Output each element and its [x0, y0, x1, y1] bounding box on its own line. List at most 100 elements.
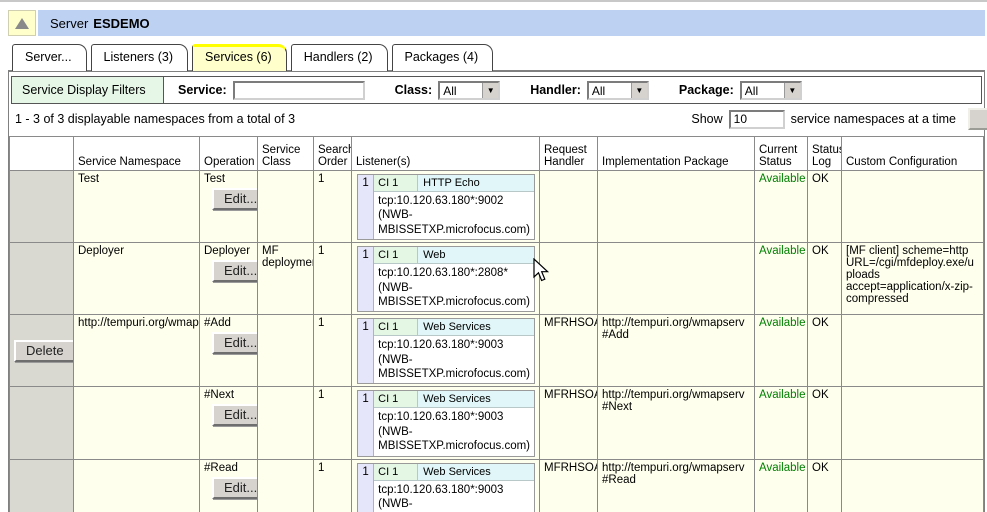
- chevron-down-icon: ▼: [631, 83, 647, 98]
- listener-endpoint: tcp:10.120.63.180*:9003: [378, 483, 530, 497]
- class-filter-select[interactable]: All ▼: [438, 81, 500, 100]
- edit-operation-button[interactable]: Edit...: [212, 477, 258, 499]
- handler-filter-select[interactable]: All ▼: [587, 81, 649, 100]
- column-header: Operation: [200, 137, 258, 171]
- status-log-cell: OK: [808, 459, 842, 512]
- listener-top-row: CI 1HTTP Echo: [374, 175, 534, 192]
- service-namespace-cell: [74, 459, 200, 512]
- listeners-cell: 1CI 1Web Servicestcp:10.120.63.180*:9003…: [352, 459, 540, 512]
- service-namespace-cell: http://tempuri.org/wmapserv: [74, 315, 200, 387]
- tab-server[interactable]: Server...: [12, 44, 87, 71]
- edit-operation-button[interactable]: Edit...: [212, 404, 258, 426]
- tab-handlers[interactable]: Handlers (2): [291, 44, 388, 71]
- service-filter-label: Service:: [178, 83, 227, 97]
- listener-host: (NWB-MBISSETXP.microfocus.com): [378, 208, 530, 237]
- column-header: Request Handler: [540, 137, 598, 171]
- operation-name: #Next: [204, 389, 253, 401]
- listener-index: 1: [358, 464, 374, 512]
- table-header-row: Service NamespaceOperationService ClassS…: [10, 137, 984, 171]
- request-handler-cell: MFRHSOAP: [540, 387, 598, 459]
- listener-box[interactable]: 1CI 1HTTP Echo tcp:10.120.63.180*:9002(NW…: [357, 174, 535, 240]
- listener-name: Web: [418, 247, 534, 263]
- operation-name: #Read: [204, 462, 253, 474]
- row-action-cell: [10, 387, 74, 459]
- listener-address: tcp:10.120.63.180*:9003(NWB-MBISSETXP.mi…: [374, 481, 534, 512]
- edit-operation-button[interactable]: Edit...: [212, 260, 258, 282]
- table-body: TestTestEdit...11CI 1HTTP Echotcp:10.120…: [10, 171, 984, 512]
- current-status-cell: Available: [755, 243, 808, 315]
- admin-page: Server ESDEMO Server... Listeners (3) Se…: [8, 10, 985, 512]
- listener-top-row: CI 1Web Services: [374, 391, 534, 408]
- listener-endpoint: tcp:10.120.63.180*:9003: [378, 410, 530, 424]
- listener-top-row: CI 1Web: [374, 247, 534, 264]
- listener-box[interactable]: 1CI 1Web Servicestcp:10.120.63.180*:9003…: [357, 318, 535, 384]
- listener-body: CI 1Web Servicestcp:10.120.63.180*:9003(…: [374, 319, 534, 383]
- tab-services[interactable]: Services (6): [192, 44, 287, 71]
- column-header: Service Class: [258, 137, 314, 171]
- tab-bar: Server... Listeners (3) Services (6) Han…: [8, 44, 985, 71]
- status-log-cell: OK: [808, 171, 842, 243]
- show-suffix: service namespaces at a time: [791, 112, 956, 126]
- operation-cell: TestEdit...: [200, 171, 258, 243]
- current-status-cell: Available: [755, 459, 808, 512]
- listener-box[interactable]: 1CI 1Webtcp:10.120.63.180*:2808*(NWB-MBI…: [357, 246, 535, 312]
- listener-endpoint: tcp:10.120.63.180*:9002: [378, 194, 530, 208]
- listener-index: 1: [358, 247, 374, 311]
- listener-conversation: CI 1: [374, 247, 418, 263]
- operation-cell: DeployerEdit...: [200, 243, 258, 315]
- custom-configuration-cell: [842, 387, 984, 459]
- listeners-cell: 1CI 1Web Servicestcp:10.120.63.180*:9003…: [352, 315, 540, 387]
- search-order-cell: 1: [314, 243, 352, 315]
- server-title: Server ESDEMO: [38, 10, 985, 36]
- listener-index: 1: [358, 175, 374, 239]
- filter-title: Service Display Filters: [12, 77, 164, 103]
- show-count-input[interactable]: [729, 110, 785, 129]
- listeners-cell: 1CI 1Web Servicestcp:10.120.63.180*:9003…: [352, 387, 540, 459]
- listener-address: tcp:10.120.63.180*:9003(NWB-MBISSETXP.mi…: [374, 336, 534, 383]
- delete-service-button[interactable]: Delete: [14, 340, 74, 362]
- listener-box[interactable]: 1CI 1Web Servicestcp:10.120.63.180*:9003…: [357, 390, 535, 456]
- refresh-list-button[interactable]: [968, 108, 987, 130]
- current-status-cell: Available: [755, 171, 808, 243]
- listener-body: CI 1HTTP Echo tcp:10.120.63.180*:9002(NWB…: [374, 175, 534, 239]
- package-filter-label: Package:: [679, 83, 734, 97]
- tab-listeners[interactable]: Listeners (3): [91, 44, 188, 71]
- package-filter-select[interactable]: All ▼: [740, 81, 802, 100]
- tab-packages[interactable]: Packages (4): [392, 44, 494, 71]
- chevron-down-icon: ▼: [482, 83, 498, 98]
- listener-box[interactable]: 1CI 1Web Servicestcp:10.120.63.180*:9003…: [357, 463, 535, 512]
- collapse-server-button[interactable]: [8, 10, 36, 36]
- listener-address: tcp:10.120.63.180*:9003(NWB-MBISSETXP.mi…: [374, 408, 534, 455]
- filter-fields: Service: Class: All ▼ Handler: All ▼ Pac…: [164, 77, 826, 103]
- status-log-cell: OK: [808, 315, 842, 387]
- service-namespace-cell: Deployer: [74, 243, 200, 315]
- listener-name: HTTP Echo: [418, 175, 534, 191]
- service-filter-input[interactable]: [233, 81, 365, 100]
- chevron-down-icon: ▼: [784, 83, 800, 98]
- service-namespace-cell: [74, 387, 200, 459]
- listener-conversation: CI 1: [374, 391, 418, 407]
- service-class-cell: [258, 459, 314, 512]
- implementation-package-cell: http://tempuri.org/wmapserv#Read: [598, 459, 755, 512]
- package-filter-value: All: [742, 83, 784, 98]
- services-table: Service NamespaceOperationService ClassS…: [9, 136, 984, 512]
- edit-operation-button[interactable]: Edit...: [212, 188, 258, 210]
- listener-host: (NWB-MBISSETXP.microfocus.com): [378, 497, 530, 512]
- server-title-bar: Server ESDEMO: [8, 10, 985, 36]
- column-header: Search Order: [314, 137, 352, 171]
- service-namespace-cell: Test: [74, 171, 200, 243]
- listener-conversation: CI 1: [374, 319, 418, 335]
- triangle-up-icon: [15, 18, 29, 29]
- table-row: #NextEdit...11CI 1Web Servicestcp:10.120…: [10, 387, 984, 459]
- edit-operation-button[interactable]: Edit...: [212, 332, 258, 354]
- search-order-cell: 1: [314, 459, 352, 512]
- table-row: TestTestEdit... 11CI 1HTTP Echo tcp:10.120…: [10, 171, 984, 243]
- request-handler-cell: [540, 171, 598, 243]
- class-filter-label: Class:: [395, 83, 433, 97]
- service-class-cell: [258, 387, 314, 459]
- request-handler-cell: MFRHSOAP: [540, 315, 598, 387]
- class-filter-value: All: [440, 83, 482, 98]
- operation-cell: #AddEdit...: [200, 315, 258, 387]
- listener-body: CI 1Web Servicestcp:10.120.63.180*:9003(…: [374, 391, 534, 455]
- row-action-cell: [10, 243, 74, 315]
